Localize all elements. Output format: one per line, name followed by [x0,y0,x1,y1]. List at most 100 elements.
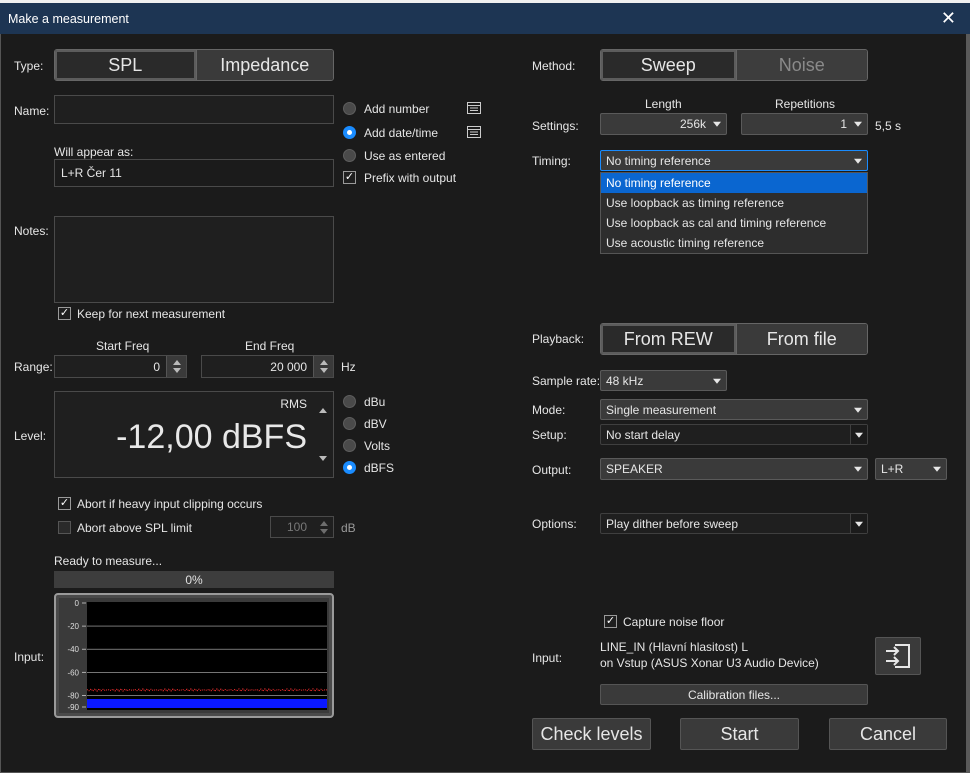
chevron-down-icon [855,521,863,527]
meter-tick-label: -40 [67,645,79,654]
cancel-button[interactable]: Cancel [829,718,947,750]
use-as-entered-radio[interactable] [343,149,356,162]
capture-noise-label: Capture noise floor [623,615,725,629]
start-freq-spinner[interactable] [166,356,186,377]
duration-text: 5,5 s [875,119,902,133]
input-meter-label: Input: [14,650,45,664]
add-date-time-label: Add date/time [364,126,439,140]
timing-label: Timing: [532,154,571,168]
will-appear-value: L+R Čer 11 [54,159,334,187]
progress-bar: 0% [54,571,334,588]
unit-volts-radio[interactable] [343,439,356,452]
chevron-down-icon [854,121,862,127]
chevron-down-icon [854,466,862,472]
start-button[interactable]: Start [680,718,799,750]
level-rms-label: RMS [280,397,307,411]
list-icon[interactable] [467,102,481,114]
end-freq-input[interactable]: 20 000 [201,355,334,378]
setup-select[interactable]: No start delay [600,424,868,445]
level-spinner[interactable] [313,392,333,477]
check-levels-button[interactable]: Check levels [532,718,651,750]
unit-dbfs-radio[interactable] [343,461,356,474]
timing-select[interactable]: No timing reference [600,150,868,171]
output-channel-select[interactable]: L+R [875,458,947,480]
timing-dropdown-list: No timing reference Use loopback as timi… [600,172,868,254]
use-as-entered-label: Use as entered [364,149,446,163]
timing-value: No timing reference [606,153,711,168]
window-edge [966,34,970,773]
mode-label: Mode: [532,403,566,417]
start-freq-input[interactable]: 0 [54,355,187,378]
output-select[interactable]: SPEAKER [600,458,868,480]
sample-rate-select[interactable]: 48 kHz [600,370,727,391]
timing-option-acoustic[interactable]: Use acoustic timing reference [601,233,867,253]
window-title: Make a measurement [8,12,129,26]
abort-clipping-label: Abort if heavy input clipping occurs [77,497,263,511]
close-icon[interactable]: ✕ [941,8,956,29]
abort-spl-checkbox[interactable] [58,521,71,534]
add-date-time-radio[interactable] [343,126,356,139]
type-label: Type: [14,59,44,73]
meter-tick-label: -90 [67,703,79,712]
chevron-down-icon [854,158,862,164]
title-bar: Make a measurement ✕ [0,0,970,34]
type-toggle: SPL Impedance [54,49,334,81]
keep-next-checkbox[interactable]: ✓ [58,307,71,320]
method-label: Method: [532,59,576,73]
type-impedance-button[interactable]: Impedance [195,50,333,80]
timing-option-none[interactable]: No timing reference [601,173,867,193]
unit-dbv-radio[interactable] [343,417,356,430]
add-number-label: Add number [364,102,430,116]
notes-textarea[interactable] [54,216,334,303]
chevron-down-icon [933,466,941,472]
meter-tick-label: 0 [75,599,80,608]
input-level-meter: 0 -20 -40 -60 -80 -90 [54,593,334,718]
meter-tick-label: -80 [67,691,79,700]
notes-label: Notes: [14,224,49,238]
setup-label: Setup: [532,428,567,442]
method-noise-button[interactable]: Noise [735,50,867,80]
start-freq-label: Start Freq [96,339,150,353]
hz-label: Hz [341,360,356,374]
playback-file-button[interactable]: From file [735,324,867,354]
add-number-radio[interactable] [343,102,356,115]
sample-rate-label: Sample rate: [532,374,601,388]
prefix-output-checkbox[interactable]: ✓ [343,171,356,184]
level-display[interactable]: RMS -12,00 dBFS [54,391,334,478]
calibration-files-button[interactable]: Calibration files... [600,684,868,705]
options-label: Options: [532,517,577,531]
method-sweep-button[interactable]: Sweep [601,50,736,80]
end-freq-spinner[interactable] [313,356,333,377]
abort-spl-label: Abort above SPL limit [77,521,192,535]
timing-option-loopback[interactable]: Use loopback as timing reference [601,193,867,213]
list-icon[interactable] [467,126,481,138]
capture-noise-checkbox[interactable]: ✓ [604,615,617,628]
level-label: Level: [14,429,47,443]
name-input[interactable] [54,95,334,124]
login-icon [886,644,910,668]
playback-rew-button[interactable]: From REW [601,324,736,354]
end-freq-label: End Freq [245,339,295,353]
type-spl-button[interactable]: SPL [55,50,196,80]
will-appear-label: Will appear as: [54,145,134,159]
meter-tick-label: -20 [67,622,79,631]
repetitions-label: Repetitions [775,97,836,111]
timing-option-loopback-cal[interactable]: Use loopback as cal and timing reference [601,213,867,233]
input-select-button[interactable] [875,637,921,675]
length-select[interactable]: 256k [600,113,727,135]
repetitions-select[interactable]: 1 [741,113,868,135]
input-device-line2: on Vstup (ASUS Xonar U3 Audio Device) [600,656,819,670]
unit-dbu-label: dBu [364,395,386,409]
input-level-bar [87,699,327,708]
unit-dbu-radio[interactable] [343,395,356,408]
input-spectrum-plot: 0 -20 -40 -60 -80 -90 [59,598,329,713]
input-device-label: Input: [532,651,563,665]
chevron-down-icon [854,407,862,413]
input-device-line1: LINE_IN (Hlavní hlasitost) L [600,640,749,654]
options-select[interactable]: Play dither before sweep [600,513,868,534]
spl-limit-spinner [315,517,333,537]
abort-clipping-checkbox[interactable]: ✓ [58,497,71,510]
mode-select[interactable]: Single measurement [600,399,868,420]
unit-dbv-label: dBV [364,417,387,431]
output-channel-value: L+R [881,462,904,476]
